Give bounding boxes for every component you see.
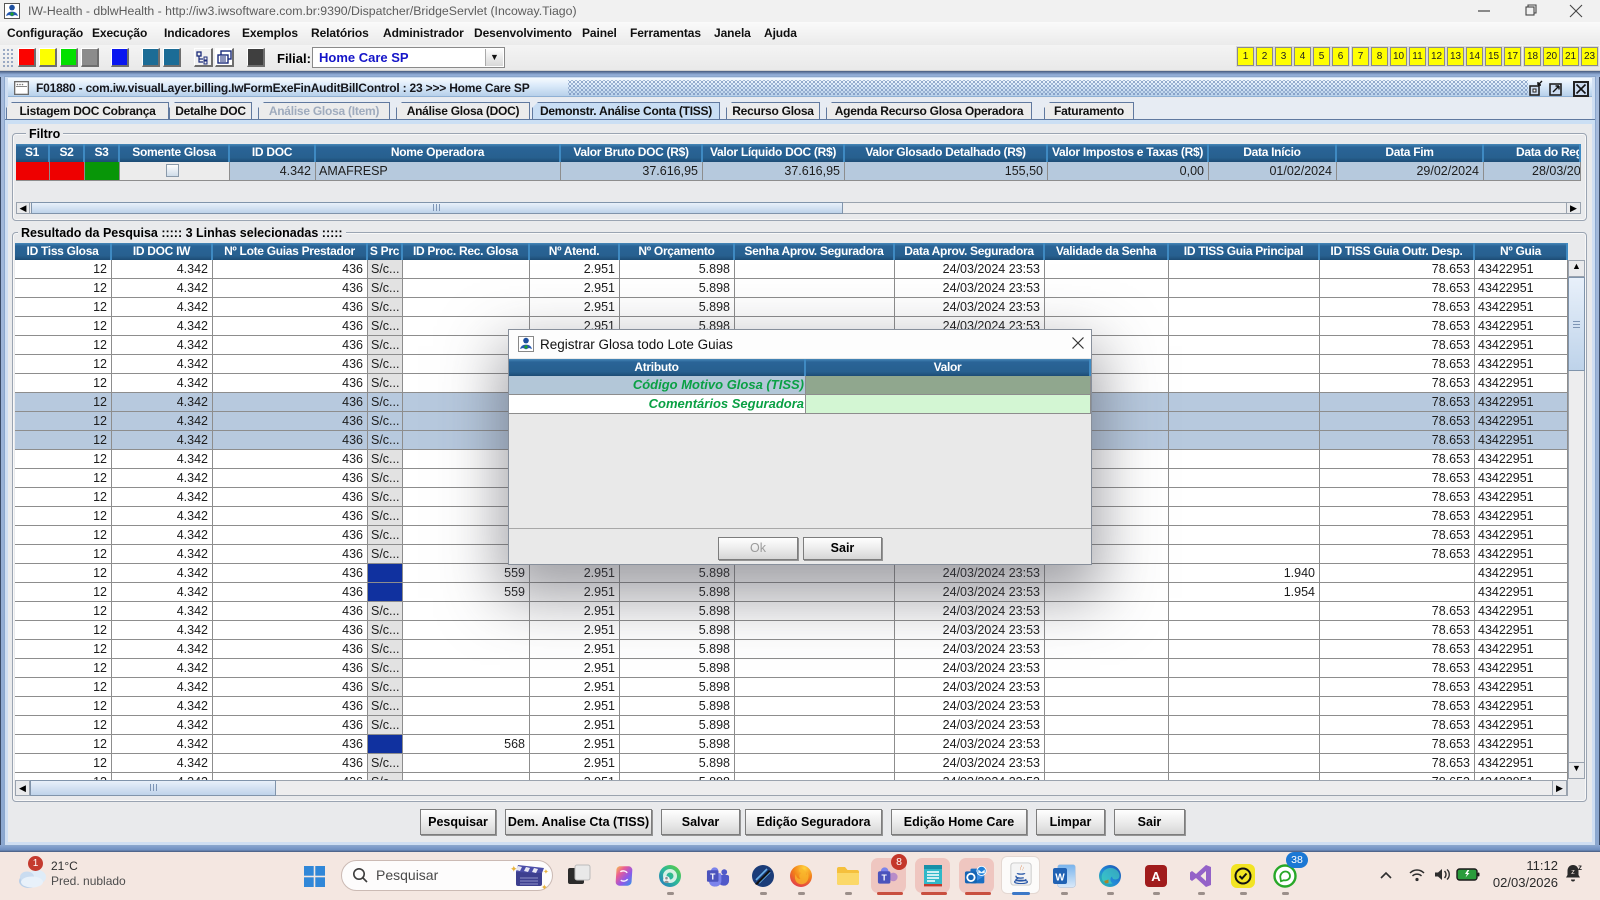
svg-text:A: A — [1151, 869, 1161, 884]
svg-text:✦: ✦ — [543, 868, 549, 876]
svg-text:T: T — [710, 871, 716, 881]
svg-text:z: z — [1571, 867, 1575, 876]
svg-text:W: W — [1055, 873, 1065, 884]
svg-text:T: T — [882, 872, 888, 882]
svg-text:✦: ✦ — [541, 883, 548, 892]
svg-text:z: z — [1578, 864, 1582, 872]
svg-text:✦: ✦ — [510, 864, 518, 874]
